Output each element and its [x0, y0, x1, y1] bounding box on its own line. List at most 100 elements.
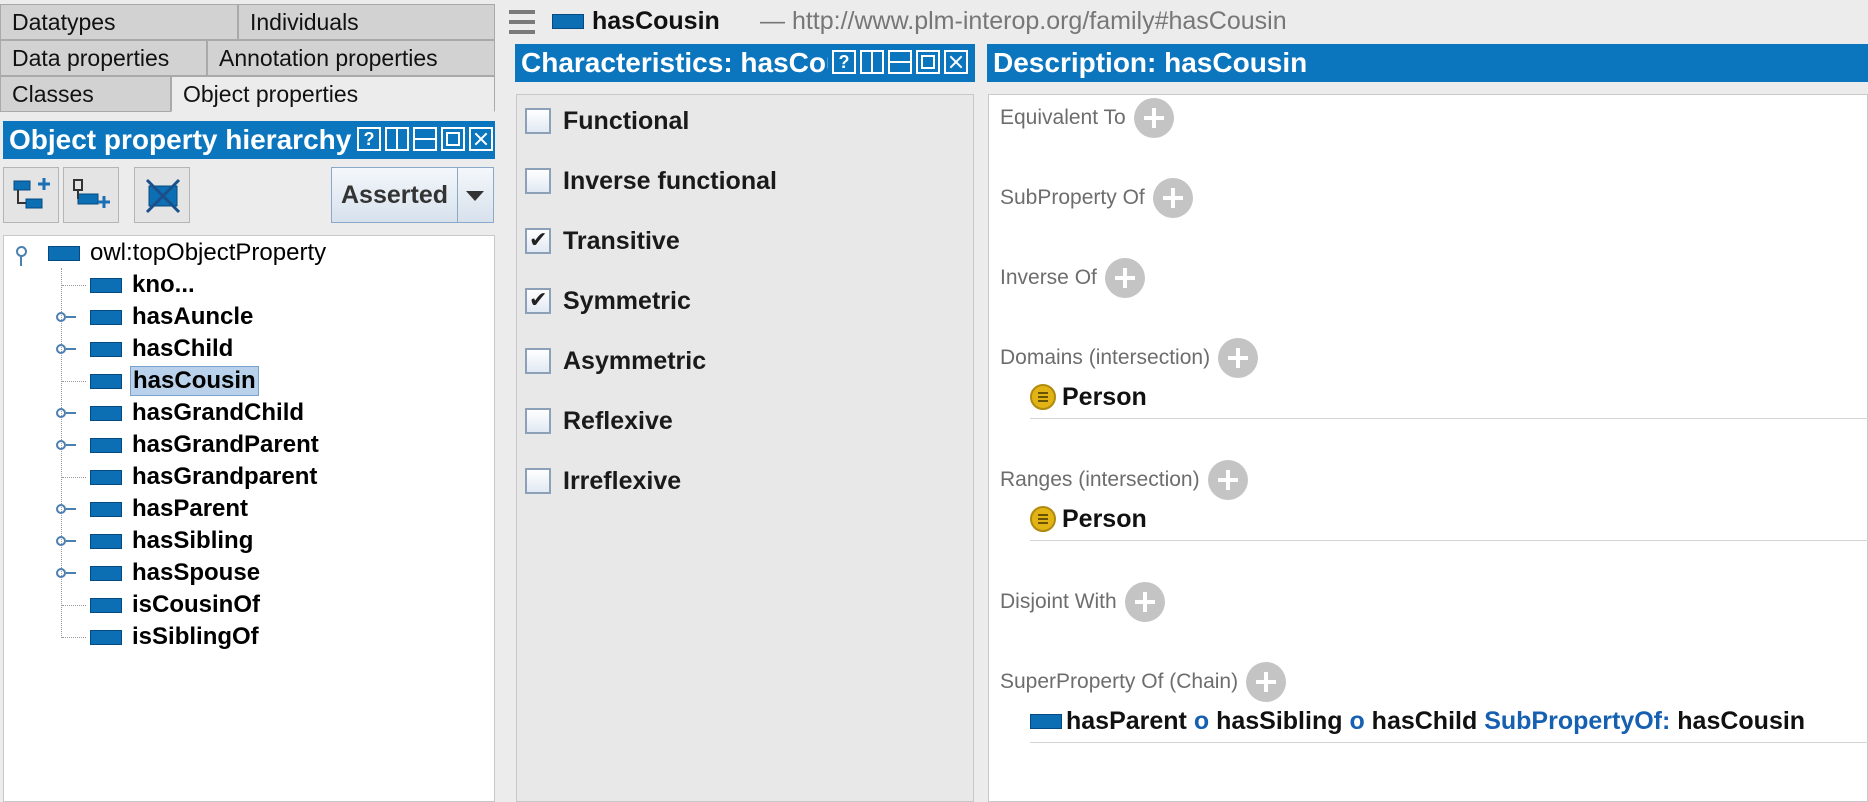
- tree-node[interactable]: hasGrandChild: [90, 398, 306, 428]
- checkbox[interactable]: [525, 168, 551, 194]
- tree-root[interactable]: owl:topObjectProperty: [48, 238, 328, 268]
- add-subproperty-icon: [13, 178, 50, 209]
- add-equivalent-button[interactable]: [1133, 98, 1174, 138]
- tab-classes[interactable]: Classes: [0, 76, 171, 112]
- add-disjoint-button[interactable]: [1124, 582, 1165, 622]
- section-label: SubProperty Of: [1000, 186, 1145, 209]
- add-range-button[interactable]: [1207, 460, 1248, 500]
- tree-expand-icon[interactable]: [56, 568, 76, 578]
- add-subproperty-button[interactable]: [3, 167, 59, 223]
- menu-icon[interactable]: [509, 10, 535, 34]
- object-property-icon: [90, 277, 122, 293]
- tab-datatypes[interactable]: Datatypes: [0, 4, 238, 40]
- tree-node[interactable]: kno...: [90, 270, 197, 300]
- range-entry[interactable]: Person: [1030, 501, 1147, 537]
- entity-uri: — http://www.plm-interop.org/family#hasC…: [760, 7, 1287, 35]
- characteristic-reflexive[interactable]: Reflexive: [525, 406, 673, 436]
- section-label: Equivalent To: [1000, 106, 1126, 129]
- tree-guide-line: [62, 381, 86, 382]
- object-property-icon: [90, 405, 122, 421]
- add-sibling-property-button[interactable]: [63, 167, 119, 223]
- domain-entry[interactable]: Person: [1030, 379, 1147, 415]
- checkbox[interactable]: [525, 227, 551, 254]
- characteristic-transitive[interactable]: Transitive: [525, 226, 680, 256]
- checkbox[interactable]: [525, 468, 551, 494]
- split-vertical-icon[interactable]: [385, 127, 409, 151]
- tree-node[interactable]: hasSpouse: [90, 558, 262, 588]
- add-domain-button[interactable]: [1218, 338, 1259, 378]
- tree-node[interactable]: hasSibling: [90, 526, 255, 556]
- chevron-down-icon[interactable]: [457, 168, 493, 222]
- tree-node[interactable]: isSiblingOf: [90, 622, 261, 652]
- maximize-icon[interactable]: [916, 50, 940, 74]
- tree-node-label: kno...: [132, 271, 195, 298]
- tree-node-label: hasSpouse: [132, 559, 261, 586]
- tree-node[interactable]: hasAuncle: [90, 302, 255, 332]
- range-value: Person: [1062, 504, 1147, 533]
- maximize-icon[interactable]: [441, 127, 465, 151]
- tree-node[interactable]: hasChild: [90, 334, 235, 364]
- section-label: Ranges (intersection): [1000, 468, 1200, 491]
- tree-expand-icon[interactable]: [56, 440, 76, 450]
- tab-data-properties[interactable]: Data properties: [0, 40, 207, 76]
- tree-guide-line: [62, 477, 86, 478]
- tree-node[interactable]: hasCousin: [90, 366, 259, 396]
- characteristic-irreflexive[interactable]: Irreflexive: [525, 466, 681, 496]
- checkbox-label: Functional: [563, 106, 690, 135]
- characteristic-symmetric[interactable]: Symmetric: [525, 286, 691, 316]
- chain-entry[interactable]: hasParent o hasSibling o hasChild SubPro…: [1030, 703, 1805, 739]
- close-icon[interactable]: [469, 127, 493, 151]
- tree-expand-icon[interactable]: [56, 312, 76, 322]
- tab-individuals[interactable]: Individuals: [238, 4, 495, 40]
- chain-expression: hasParent o hasSibling o hasChild SubPro…: [1066, 707, 1805, 736]
- delete-property-button[interactable]: [134, 167, 190, 223]
- object-property-icon: [90, 309, 122, 325]
- tab-annotation-properties[interactable]: Annotation properties: [207, 40, 495, 76]
- object-property-icon: [48, 245, 80, 261]
- object-property-icon: [90, 629, 122, 645]
- asserted-mode-dropdown[interactable]: Asserted: [331, 167, 494, 223]
- tree-node[interactable]: hasGrandparent: [90, 462, 319, 492]
- tree-node[interactable]: hasParent: [90, 494, 250, 524]
- tree-collapse-icon[interactable]: [16, 246, 28, 268]
- checkbox[interactable]: [525, 287, 551, 314]
- tree-expand-icon[interactable]: [56, 344, 76, 354]
- tree-node[interactable]: hasGrandParent: [90, 430, 321, 460]
- object-property-icon: [90, 597, 122, 613]
- tree-expand-icon[interactable]: [56, 536, 76, 546]
- checkbox[interactable]: [525, 108, 551, 134]
- split-horizontal-icon[interactable]: [888, 50, 912, 74]
- tree-node-label: hasParent: [132, 495, 249, 522]
- checkbox[interactable]: [525, 348, 551, 374]
- subproperty-of-section: SubProperty Of: [1000, 176, 1193, 220]
- tree-expand-icon[interactable]: [56, 408, 76, 418]
- object-property-icon: [90, 373, 122, 389]
- close-icon[interactable]: [944, 50, 968, 74]
- tree-node-label: isCousinOf: [132, 591, 261, 618]
- add-subproperty-of-button[interactable]: [1152, 178, 1193, 218]
- tree-node-label: hasCousin: [130, 366, 259, 396]
- tree-expand-icon[interactable]: [56, 504, 76, 514]
- add-inverse-of-button[interactable]: [1104, 258, 1145, 298]
- class-icon: [1030, 506, 1056, 532]
- split-horizontal-icon[interactable]: [413, 127, 437, 151]
- domains-section: Domains (intersection): [1000, 336, 1259, 380]
- add-chain-button[interactable]: [1246, 662, 1287, 702]
- characteristic-functional[interactable]: Functional: [525, 106, 689, 136]
- delete-property-icon: [145, 178, 181, 214]
- tab-row-2: Data properties Annotation properties: [0, 40, 495, 76]
- characteristic-asymmetric[interactable]: Asymmetric: [525, 346, 706, 376]
- help-icon[interactable]: ?: [832, 50, 856, 74]
- tree-node-label: isSiblingOf: [132, 623, 259, 650]
- object-property-icon: [1030, 713, 1062, 729]
- checkbox[interactable]: [525, 408, 551, 434]
- tree-node[interactable]: isCousinOf: [90, 590, 262, 620]
- split-vertical-icon[interactable]: [860, 50, 884, 74]
- help-icon[interactable]: ?: [357, 127, 381, 151]
- checkbox-label: Transitive: [563, 226, 680, 255]
- object-property-icon: [552, 14, 584, 29]
- tab-object-properties[interactable]: Object properties: [171, 76, 495, 112]
- equivalent-to-section: Equivalent To: [1000, 96, 1174, 140]
- characteristic-inverse-functional[interactable]: Inverse functional: [525, 166, 777, 196]
- tree-node-label: hasGrandparent: [132, 463, 318, 490]
